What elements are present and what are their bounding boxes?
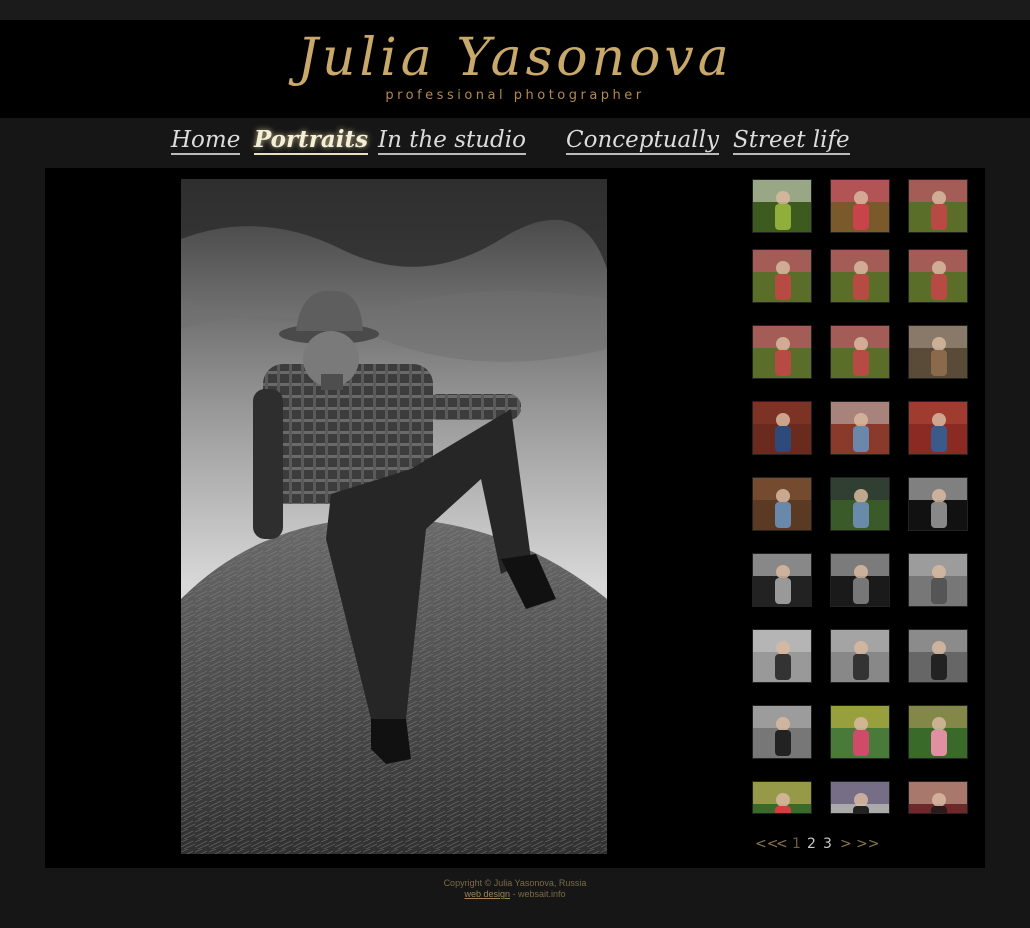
thumbnail-woman-bw-doorway[interactable] (830, 553, 890, 607)
site-tagline: professional photographer (385, 88, 645, 103)
pager-page-3[interactable]: 3 (823, 836, 832, 852)
thumbnail-cowboy-close-up[interactable] (830, 629, 890, 683)
gallery-panel: << < 1 2 3 > >> (45, 168, 985, 868)
thumbnail-woman-bw-window[interactable] (908, 477, 968, 531)
thumbnail-boy-brick-wall[interactable] (752, 477, 812, 531)
thumbnail-girl-pink-hat-field[interactable] (752, 249, 812, 303)
thumbnail-boy-cap-red-wall[interactable] (752, 401, 812, 455)
pager-first[interactable]: << (755, 836, 778, 852)
thumbnail-girl-pink-hat-field[interactable] (830, 249, 890, 303)
thumbnail-girl-pink-hat-field[interactable] (830, 179, 890, 233)
site-logo-name[interactable]: Julia Yasonova (0, 28, 1030, 88)
thumbnail-girl-swing[interactable] (830, 705, 890, 759)
design-credit: web design - websait.info (0, 889, 1030, 900)
site-header: Julia Yasonova professional photographer (0, 20, 1030, 118)
nav-item-in-the-studio[interactable]: In the studio (378, 128, 526, 155)
thumbnail-cowboy-with-horse[interactable] (752, 705, 812, 759)
pager-prev[interactable]: < (776, 836, 788, 852)
design-credit-suffix: - websait.info (510, 889, 566, 899)
nav-item-home[interactable]: Home (171, 128, 241, 155)
thumbnail-cowboy-haystack-small[interactable] (752, 629, 812, 683)
thumbnail-cowboy-with-horse[interactable] (908, 629, 968, 683)
thumbnail-woman-red-lips[interactable] (908, 781, 968, 814)
thumbnail-girl-pink-hat-field-double[interactable] (830, 325, 890, 379)
thumbnail-boy-red-door[interactable] (908, 401, 968, 455)
nav-item-conceptually[interactable]: Conceptually (566, 128, 719, 155)
thumbnail-girl-pink-hat-field[interactable] (752, 325, 812, 379)
thumbnail-girl-with-teddy-bear[interactable] (908, 705, 968, 759)
pager-next[interactable]: > (840, 836, 852, 852)
nav-item-portraits[interactable]: Portraits (254, 128, 369, 155)
pager-last[interactable]: >> (856, 836, 879, 852)
thumbnail-boy-sitting-ruins[interactable] (908, 325, 968, 379)
thumbnail-woman-dark-hair[interactable] (830, 781, 890, 814)
nav-item-street-life[interactable]: Street life (733, 128, 850, 155)
thumbnail-girl-flowers[interactable] (752, 781, 812, 814)
site-footer: Copyright © Julia Yasonova, Russia web d… (0, 878, 1030, 900)
copyright-text: Copyright © Julia Yasonova, Russia (443, 878, 587, 888)
pager-page-2[interactable]: 2 (807, 836, 816, 852)
thumbnail-boy-green-vest[interactable] (830, 477, 890, 531)
pager-page-1[interactable]: 1 (792, 836, 801, 852)
main-photo[interactable] (181, 179, 607, 854)
main-nav: Home Portraits In the studio Conceptuall… (0, 118, 1030, 168)
thumbnail-girl-pink-hat-field[interactable] (908, 179, 968, 233)
thumbnail-girl-pink-hat-field[interactable] (908, 249, 968, 303)
top-bar (0, 0, 1030, 20)
thumbnail-cowboy-haystack-small[interactable] (908, 553, 968, 607)
cowboy-photo-image (181, 179, 607, 854)
thumbnail-girl-white-dress-field[interactable] (752, 179, 812, 233)
thumbnail-woman-bw-portrait[interactable] (752, 553, 812, 607)
web-design-link[interactable]: web design (464, 889, 510, 899)
thumbnail-boy-red-wall[interactable] (830, 401, 890, 455)
